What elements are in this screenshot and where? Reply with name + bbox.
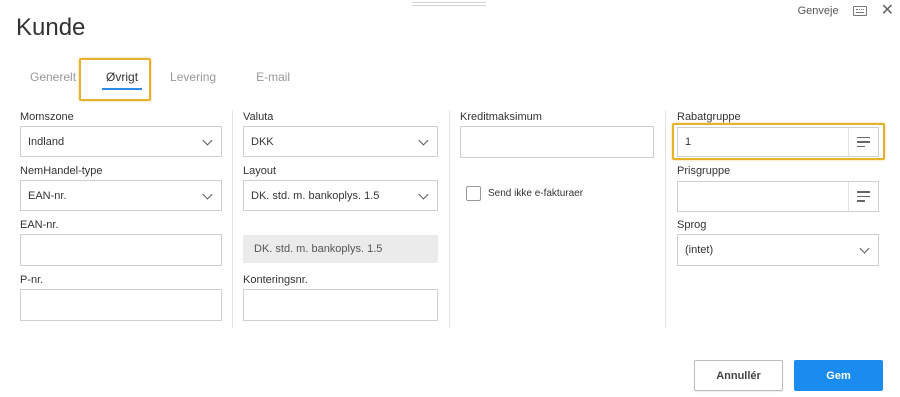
chevron-down-icon [859, 243, 870, 254]
p-nr-input[interactable] [20, 289, 222, 321]
momszone-select[interactable]: Indland [20, 126, 222, 157]
layout-select[interactable]: DK. std. m. bankoplys. 1.5 [243, 180, 438, 211]
valuta-label: Valuta [243, 111, 274, 123]
sprog-select[interactable]: (intet) [677, 234, 879, 266]
chevron-down-icon [418, 135, 429, 146]
valuta-value: DKK [251, 135, 274, 148]
nemhandel-type-value: EAN-nr. [28, 189, 67, 202]
lookup-list-icon[interactable] [848, 182, 878, 211]
chevron-down-icon [202, 189, 213, 200]
nemhandel-type-select[interactable]: EAN-nr. [20, 180, 222, 211]
tab-bar: Generelt Øvrigt Levering E-mail [20, 62, 300, 94]
keyboard-icon[interactable] [852, 6, 867, 16]
dialog-title: Kunde [16, 14, 86, 41]
lookup-list-icon[interactable] [848, 128, 878, 156]
dialog-top-actions: Genveje ✕ [798, 3, 894, 19]
ean-nr-input[interactable] [20, 234, 222, 266]
rabatgruppe-label: Rabatgruppe [677, 111, 741, 123]
sprog-value: (intet) [685, 244, 714, 256]
rabatgruppe-value: 1 [685, 136, 692, 148]
layout-value: DK. std. m. bankoplys. 1.5 [251, 189, 380, 202]
konteringsnr-input[interactable] [243, 289, 438, 321]
tab-ovrigt[interactable]: Øvrigt [96, 62, 148, 94]
tab-generelt[interactable]: Generelt [20, 62, 86, 94]
column-divider [449, 110, 450, 328]
dialog-drag-handle[interactable] [412, 0, 486, 8]
column-divider [665, 110, 666, 328]
momszone-label: Momszone [20, 111, 74, 123]
nemhandel-type-label: NemHandel-type [20, 165, 103, 177]
rabatgruppe-input[interactable]: 1 [677, 127, 879, 157]
chevron-down-icon [418, 189, 429, 200]
column-divider [232, 110, 233, 328]
send-ikke-efakturaer-label[interactable]: Send ikke e-fakturaer [488, 188, 583, 199]
layout-preview: DK. std. m. bankoplys. 1.5 [243, 235, 438, 263]
tab-levering[interactable]: Levering [160, 62, 226, 94]
tab-email[interactable]: E-mail [246, 62, 300, 94]
p-nr-label: P-nr. [20, 274, 44, 286]
prisgruppe-input[interactable] [677, 181, 879, 212]
kreditmaksimum-label: Kreditmaksimum [460, 111, 542, 123]
kreditmaksimum-input[interactable] [460, 126, 654, 158]
save-button[interactable]: Gem [794, 360, 883, 391]
chevron-down-icon [202, 135, 213, 146]
sprog-label: Sprog [677, 219, 707, 231]
cancel-button[interactable]: Annullér [694, 360, 783, 391]
valuta-select[interactable]: DKK [243, 126, 438, 157]
send-ikke-efakturaer-checkbox[interactable] [466, 186, 481, 201]
prisgruppe-label: Prisgruppe [677, 165, 731, 177]
konteringsnr-label: Konteringsnr. [243, 274, 308, 286]
momszone-value: Indland [28, 135, 65, 148]
close-icon[interactable]: ✕ [881, 3, 894, 19]
layout-label: Layout [243, 165, 277, 177]
shortcuts-link[interactable]: Genveje [798, 5, 839, 17]
ean-nr-label: EAN-nr. [20, 219, 59, 231]
